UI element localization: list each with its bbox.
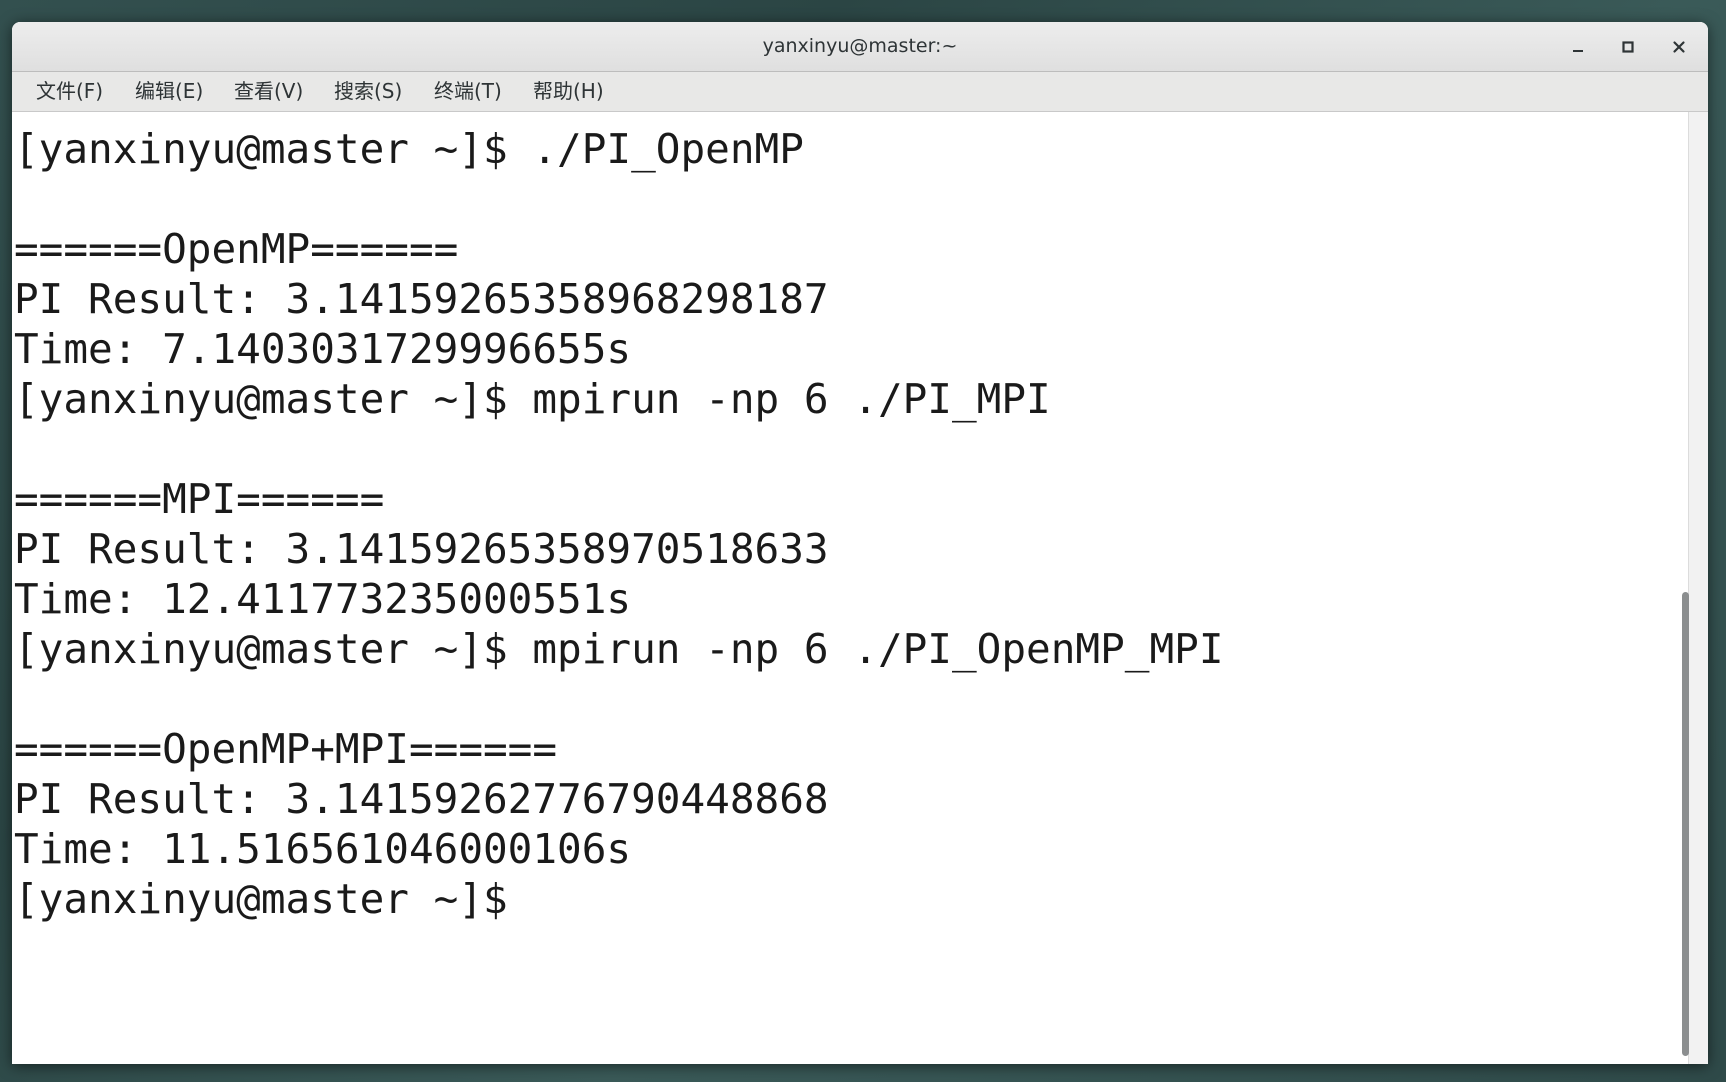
terminal-line: PI Result: 3.14159265358970518633	[14, 525, 829, 573]
terminal-window: yanxinyu@master:~ 文件(F) 编辑(E) 查看(V) 搜索(S…	[12, 22, 1708, 1064]
menu-search[interactable]: 搜索(S)	[322, 72, 414, 111]
menu-edit[interactable]: 编辑(E)	[123, 72, 215, 111]
maximize-icon	[1622, 41, 1634, 53]
terminal-line: [yanxinyu@master ~]$ mpirun -np 6 ./PI_M…	[14, 375, 1051, 423]
close-icon	[1673, 41, 1685, 53]
title-bar[interactable]: yanxinyu@master:~	[12, 22, 1708, 72]
minimize-button[interactable]	[1562, 31, 1594, 63]
terminal-line: PI Result: 3.14159265358968298187	[14, 275, 829, 323]
menu-view[interactable]: 查看(V)	[222, 72, 315, 111]
terminal-output[interactable]: [yanxinyu@master ~]$ ./PI_OpenMP ======O…	[12, 112, 1688, 1064]
terminal-line: [yanxinyu@master ~]$ mpirun -np 6 ./PI_O…	[14, 625, 1224, 673]
maximize-button[interactable]	[1612, 31, 1644, 63]
terminal-line: Time: 12.411773235000551s	[14, 575, 632, 623]
minimize-icon	[1573, 50, 1583, 52]
window-title: yanxinyu@master:~	[762, 35, 958, 57]
terminal-line: ======OpenMP======	[14, 225, 459, 273]
terminal-line: PI Result: 3.14159262776790448868	[14, 775, 829, 823]
terminal-prompt-line: [yanxinyu@master ~]$	[14, 875, 533, 923]
close-button[interactable]	[1663, 31, 1695, 63]
menu-terminal[interactable]: 终端(T)	[422, 72, 514, 111]
scrollbar-thumb[interactable]	[1682, 592, 1689, 1056]
terminal-line: ======MPI======	[14, 475, 385, 523]
menu-file[interactable]: 文件(F)	[24, 72, 115, 111]
menu-bar: 文件(F) 编辑(E) 查看(V) 搜索(S) 终端(T) 帮助(H)	[12, 72, 1708, 112]
terminal-line: [yanxinyu@master ~]$ ./PI_OpenMP	[14, 125, 804, 173]
terminal-line: ======OpenMP+MPI======	[14, 725, 558, 773]
scrollbar-track[interactable]	[1688, 112, 1708, 1064]
terminal-line: Time: 7.1403031729996655s	[14, 325, 632, 373]
terminal-line: Time: 11.516561046000106s	[14, 825, 632, 873]
menu-help[interactable]: 帮助(H)	[521, 72, 616, 111]
